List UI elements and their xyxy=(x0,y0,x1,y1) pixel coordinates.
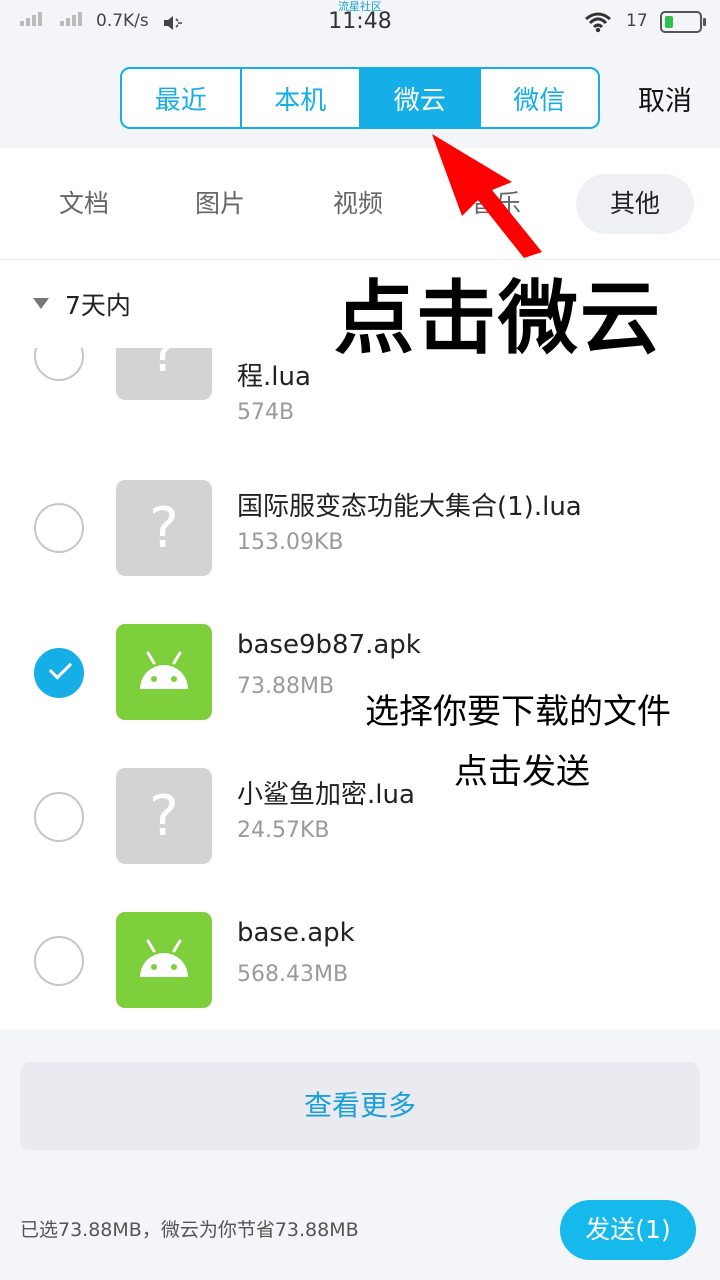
selection-info: 已选73.88MB，微云为你节省73.88MB xyxy=(20,1219,359,1241)
select-radio-checked[interactable] xyxy=(34,648,84,698)
group-title: 7天内 xyxy=(65,291,131,320)
wifi-icon xyxy=(585,12,611,33)
view-more-button[interactable]: 查看更多 xyxy=(20,1062,700,1150)
category-documents[interactable]: 文档 xyxy=(40,174,128,234)
android-icon xyxy=(116,624,212,720)
annotation-main: 点击微云 xyxy=(334,272,662,365)
file-list: 7天内 ? 程.lua 574B ? 国际服变态功能大集合(1).lua 153… xyxy=(0,260,720,1030)
source-tabs: 最近 本机 微云 微信 xyxy=(120,67,600,129)
select-radio[interactable] xyxy=(34,936,84,986)
tab-weiyun[interactable]: 微云 xyxy=(361,69,481,127)
file-size: 153.09KB xyxy=(237,530,344,555)
file-size: 73.88MB xyxy=(237,674,335,699)
file-name: 程.lua xyxy=(237,362,311,392)
annotation-line2: 点击发送 xyxy=(454,752,590,792)
file-size: 24.57KB xyxy=(237,818,330,843)
red-arrow-icon xyxy=(432,134,542,258)
list-item[interactable]: ? 国际服变态功能大集合(1).lua 153.09KB xyxy=(0,456,720,600)
clock: 11:48 xyxy=(328,9,392,34)
tab-recent[interactable]: 最近 xyxy=(122,69,242,127)
category-videos[interactable]: 视频 xyxy=(314,174,402,234)
select-radio[interactable] xyxy=(34,792,84,842)
file-size: 574B xyxy=(237,400,295,425)
file-name: base9b87.apk xyxy=(237,630,421,660)
collapse-triangle-icon xyxy=(33,298,49,309)
file-name: 国际服变态功能大集合(1).lua xyxy=(237,492,582,522)
tab-local[interactable]: 本机 xyxy=(242,69,361,127)
battery-icon xyxy=(660,11,706,33)
header: 最近 本机 微云 微信 取消 xyxy=(0,46,720,148)
category-other[interactable]: 其他 xyxy=(576,174,694,234)
file-size: 568.43MB xyxy=(237,962,349,987)
send-button[interactable]: 发送(1) xyxy=(560,1200,696,1260)
cancel-button[interactable]: 取消 xyxy=(638,79,692,118)
unknown-file-icon: ? xyxy=(116,768,212,864)
status-bar: 0.7K/s 流星社区 11:48 17 xyxy=(0,0,720,46)
list-item[interactable]: base.apk 568.43MB xyxy=(0,888,720,1030)
android-icon xyxy=(116,912,212,1008)
unknown-file-icon: ? xyxy=(116,480,212,576)
annotation-line1: 选择你要下载的文件 xyxy=(365,692,671,732)
file-name: base.apk xyxy=(237,918,355,948)
tab-wechat[interactable]: 微信 xyxy=(481,69,599,127)
battery-level: 17 xyxy=(626,11,648,31)
category-tabs: 文档 图片 视频 音乐 其他 xyxy=(0,148,720,260)
file-name: 小鲨鱼加密.lua xyxy=(237,780,415,810)
list-item[interactable]: ? 小鲨鱼加密.lua 24.57KB xyxy=(0,744,720,888)
select-radio[interactable] xyxy=(34,503,84,553)
category-images[interactable]: 图片 xyxy=(176,174,264,234)
